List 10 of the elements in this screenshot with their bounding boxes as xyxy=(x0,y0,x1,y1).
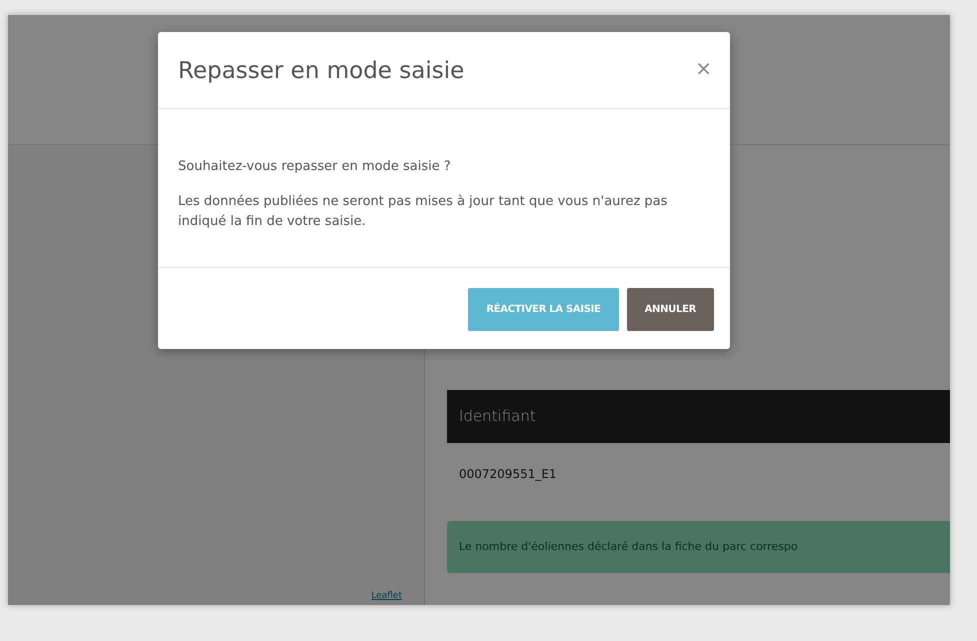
modal-title: Repasser en mode saisie xyxy=(178,58,464,86)
table-cell-text: 0007209551_E1 xyxy=(458,466,558,483)
close-button[interactable]: × xyxy=(695,58,712,78)
cancel-button[interactable]: ANNULER xyxy=(626,288,714,332)
modal-text: Les données publiées ne seront pas mises à jour tant que vous n'aurez pas indiqué la fin de votre saisie. xyxy=(178,193,668,231)
column-header: Identifiant xyxy=(447,390,950,442)
attribution-link[interactable]: Leaflet xyxy=(371,590,402,603)
reactivate-button[interactable]: RÉACTIVER LA SAISIE xyxy=(468,288,619,332)
modal-text: Souhaitez-vous repasser en mode saisie ? xyxy=(178,158,452,176)
alert-message: Le nombre d'éoliennes déclaré dans la fiche du parc correspo xyxy=(447,520,950,573)
